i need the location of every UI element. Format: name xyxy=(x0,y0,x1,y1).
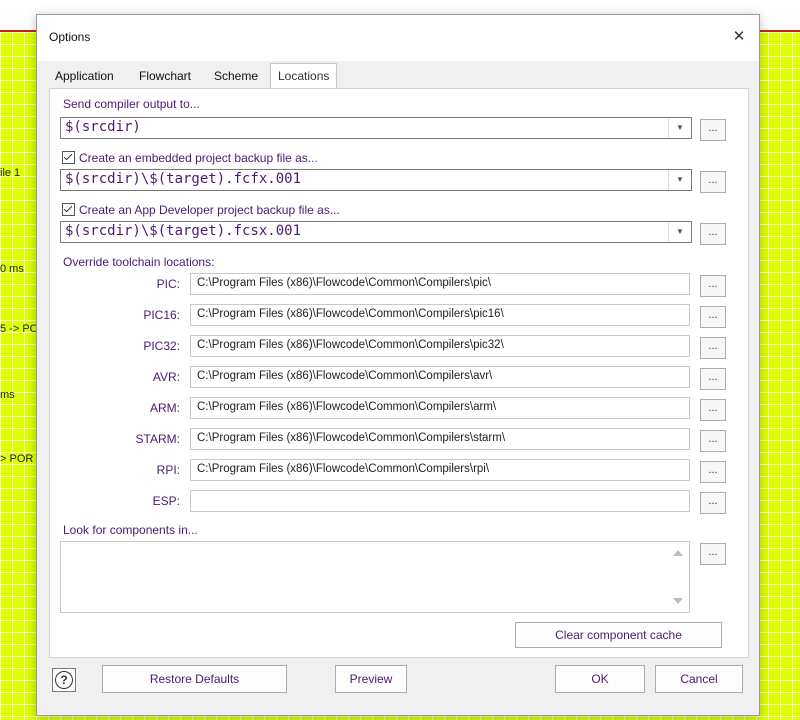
checkbox-checked-icon[interactable] xyxy=(62,151,75,164)
embedded-backup-value: $(srcdir)\$(target).fcfx.001 xyxy=(65,171,302,187)
toolchain-label-pic32: PIC32: xyxy=(143,339,180,353)
appdev-backup-value: $(srcdir)\$(target).fcsx.001 xyxy=(65,223,302,239)
compiler-output-combo[interactable]: $(srcdir) ▼ xyxy=(60,117,692,139)
toolchain-path-text: C:\Program Files (x86)\Flowcode\Common\C… xyxy=(197,277,491,289)
toolchain-path-text: C:\Program Files (x86)\Flowcode\Common\C… xyxy=(197,401,497,413)
toolchain-browse-pic-button[interactable]: ... xyxy=(700,275,726,297)
canvas-text-3: 5 -> PO xyxy=(0,323,39,335)
canvas-text-5: > POR xyxy=(0,453,34,465)
toolchain-label-starm: STARM: xyxy=(135,432,180,446)
chevron-down-icon[interactable]: ▼ xyxy=(668,118,691,138)
canvas-text-1: ile 1 xyxy=(0,167,21,179)
toolchain-path-starm[interactable]: C:\Program Files (x86)\Flowcode\Common\C… xyxy=(190,428,690,450)
toolchain-browse-pic16-button[interactable]: ... xyxy=(700,306,726,328)
preview-button[interactable]: Preview xyxy=(335,665,407,693)
ok-button[interactable]: OK xyxy=(555,665,645,693)
toolchain-label-pic: PIC: xyxy=(156,277,180,291)
dialog-title: Options xyxy=(49,30,91,44)
options-dialog: Options ✕ Application Flowchart Scheme L… xyxy=(36,14,760,716)
embedded-backup-checkbox[interactable]: Create an embedded project backup file a… xyxy=(62,151,318,165)
toolchain-browse-avr-button[interactable]: ... xyxy=(700,368,726,390)
embedded-backup-label: Create an embedded project backup file a… xyxy=(79,151,318,165)
toolchain-path-avr[interactable]: C:\Program Files (x86)\Flowcode\Common\C… xyxy=(190,366,690,388)
checkbox-checked-icon[interactable] xyxy=(62,203,75,216)
toolchain-browse-pic32-button[interactable]: ... xyxy=(700,337,726,359)
tab-scheme[interactable]: Scheme xyxy=(214,65,258,87)
restore-defaults-button[interactable]: Restore Defaults xyxy=(102,665,287,693)
toolchain-path-text: C:\Program Files (x86)\Flowcode\Common\C… xyxy=(197,370,493,382)
toolchain-browse-arm-button[interactable]: ... xyxy=(700,399,726,421)
toolchain-label-esp: ESP: xyxy=(152,494,180,508)
toolchain-path-rpi[interactable]: C:\Program Files (x86)\Flowcode\Common\C… xyxy=(190,459,690,481)
toolchain-path-arm[interactable]: C:\Program Files (x86)\Flowcode\Common\C… xyxy=(190,397,690,419)
appdev-backup-combo[interactable]: $(srcdir)\$(target).fcsx.001 ▼ xyxy=(60,221,692,243)
toolchain-heading: Override toolchain locations: xyxy=(63,255,215,269)
compiler-output-browse-button[interactable]: ... xyxy=(700,119,726,141)
canvas-text-2: 0 ms xyxy=(0,263,24,275)
toolchain-browse-rpi-button[interactable]: ... xyxy=(700,461,726,483)
toolchain-label-rpi: RPI: xyxy=(156,463,180,477)
toolchain-path-text: C:\Program Files (x86)\Flowcode\Common\C… xyxy=(197,339,504,351)
components-list[interactable] xyxy=(60,541,690,613)
embedded-backup-combo[interactable]: $(srcdir)\$(target).fcfx.001 ▼ xyxy=(60,169,692,191)
tab-application[interactable]: Application xyxy=(55,65,114,87)
toolchain-browse-starm-button[interactable]: ... xyxy=(700,430,726,452)
chevron-down-icon[interactable]: ▼ xyxy=(668,170,691,190)
scroll-down-icon[interactable] xyxy=(673,598,683,604)
locations-panel: Send compiler output to... $(srcdir) ▼ .… xyxy=(49,88,749,658)
clear-component-cache-button[interactable]: Clear component cache xyxy=(515,622,722,648)
components-label: Look for components in... xyxy=(63,523,198,537)
compiler-output-value: $(srcdir) xyxy=(65,119,141,135)
toolchain-path-pic[interactable]: C:\Program Files (x86)\Flowcode\Common\C… xyxy=(190,273,690,295)
toolchain-label-pic16: PIC16: xyxy=(143,308,180,322)
appdev-backup-browse-button[interactable]: ... xyxy=(700,223,726,245)
cancel-button[interactable]: Cancel xyxy=(655,665,743,693)
tab-flowchart[interactable]: Flowchart xyxy=(139,65,191,87)
toolchain-path-text: C:\Program Files (x86)\Flowcode\Common\C… xyxy=(197,432,506,444)
toolchain-path-pic16[interactable]: C:\Program Files (x86)\Flowcode\Common\C… xyxy=(190,304,690,326)
toolchain-path-text: C:\Program Files (x86)\Flowcode\Common\C… xyxy=(197,463,490,475)
close-icon[interactable]: ✕ xyxy=(729,27,749,47)
help-icon: ? xyxy=(55,671,73,689)
canvas-text-4: ms xyxy=(0,389,15,401)
embedded-backup-browse-button[interactable]: ... xyxy=(700,171,726,193)
dialog-titlebar[interactable]: Options ✕ xyxy=(37,15,759,61)
toolchain-path-esp[interactable] xyxy=(190,490,690,512)
compiler-output-label: Send compiler output to... xyxy=(63,97,200,111)
toolchain-browse-esp-button[interactable]: ... xyxy=(700,492,726,514)
toolchain-label-avr: AVR: xyxy=(152,370,180,384)
components-browse-button[interactable]: ... xyxy=(700,543,726,565)
toolchain-path-pic32[interactable]: C:\Program Files (x86)\Flowcode\Common\C… xyxy=(190,335,690,357)
help-button[interactable]: ? xyxy=(52,668,76,692)
toolchain-path-text: C:\Program Files (x86)\Flowcode\Common\C… xyxy=(197,308,504,320)
chevron-down-icon[interactable]: ▼ xyxy=(668,222,691,242)
toolchain-label-arm: ARM: xyxy=(150,401,180,415)
scroll-up-icon[interactable] xyxy=(673,550,683,556)
appdev-backup-label: Create an App Developer project backup f… xyxy=(79,203,340,217)
appdev-backup-checkbox[interactable]: Create an App Developer project backup f… xyxy=(62,203,340,217)
tab-locations[interactable]: Locations xyxy=(270,63,338,88)
